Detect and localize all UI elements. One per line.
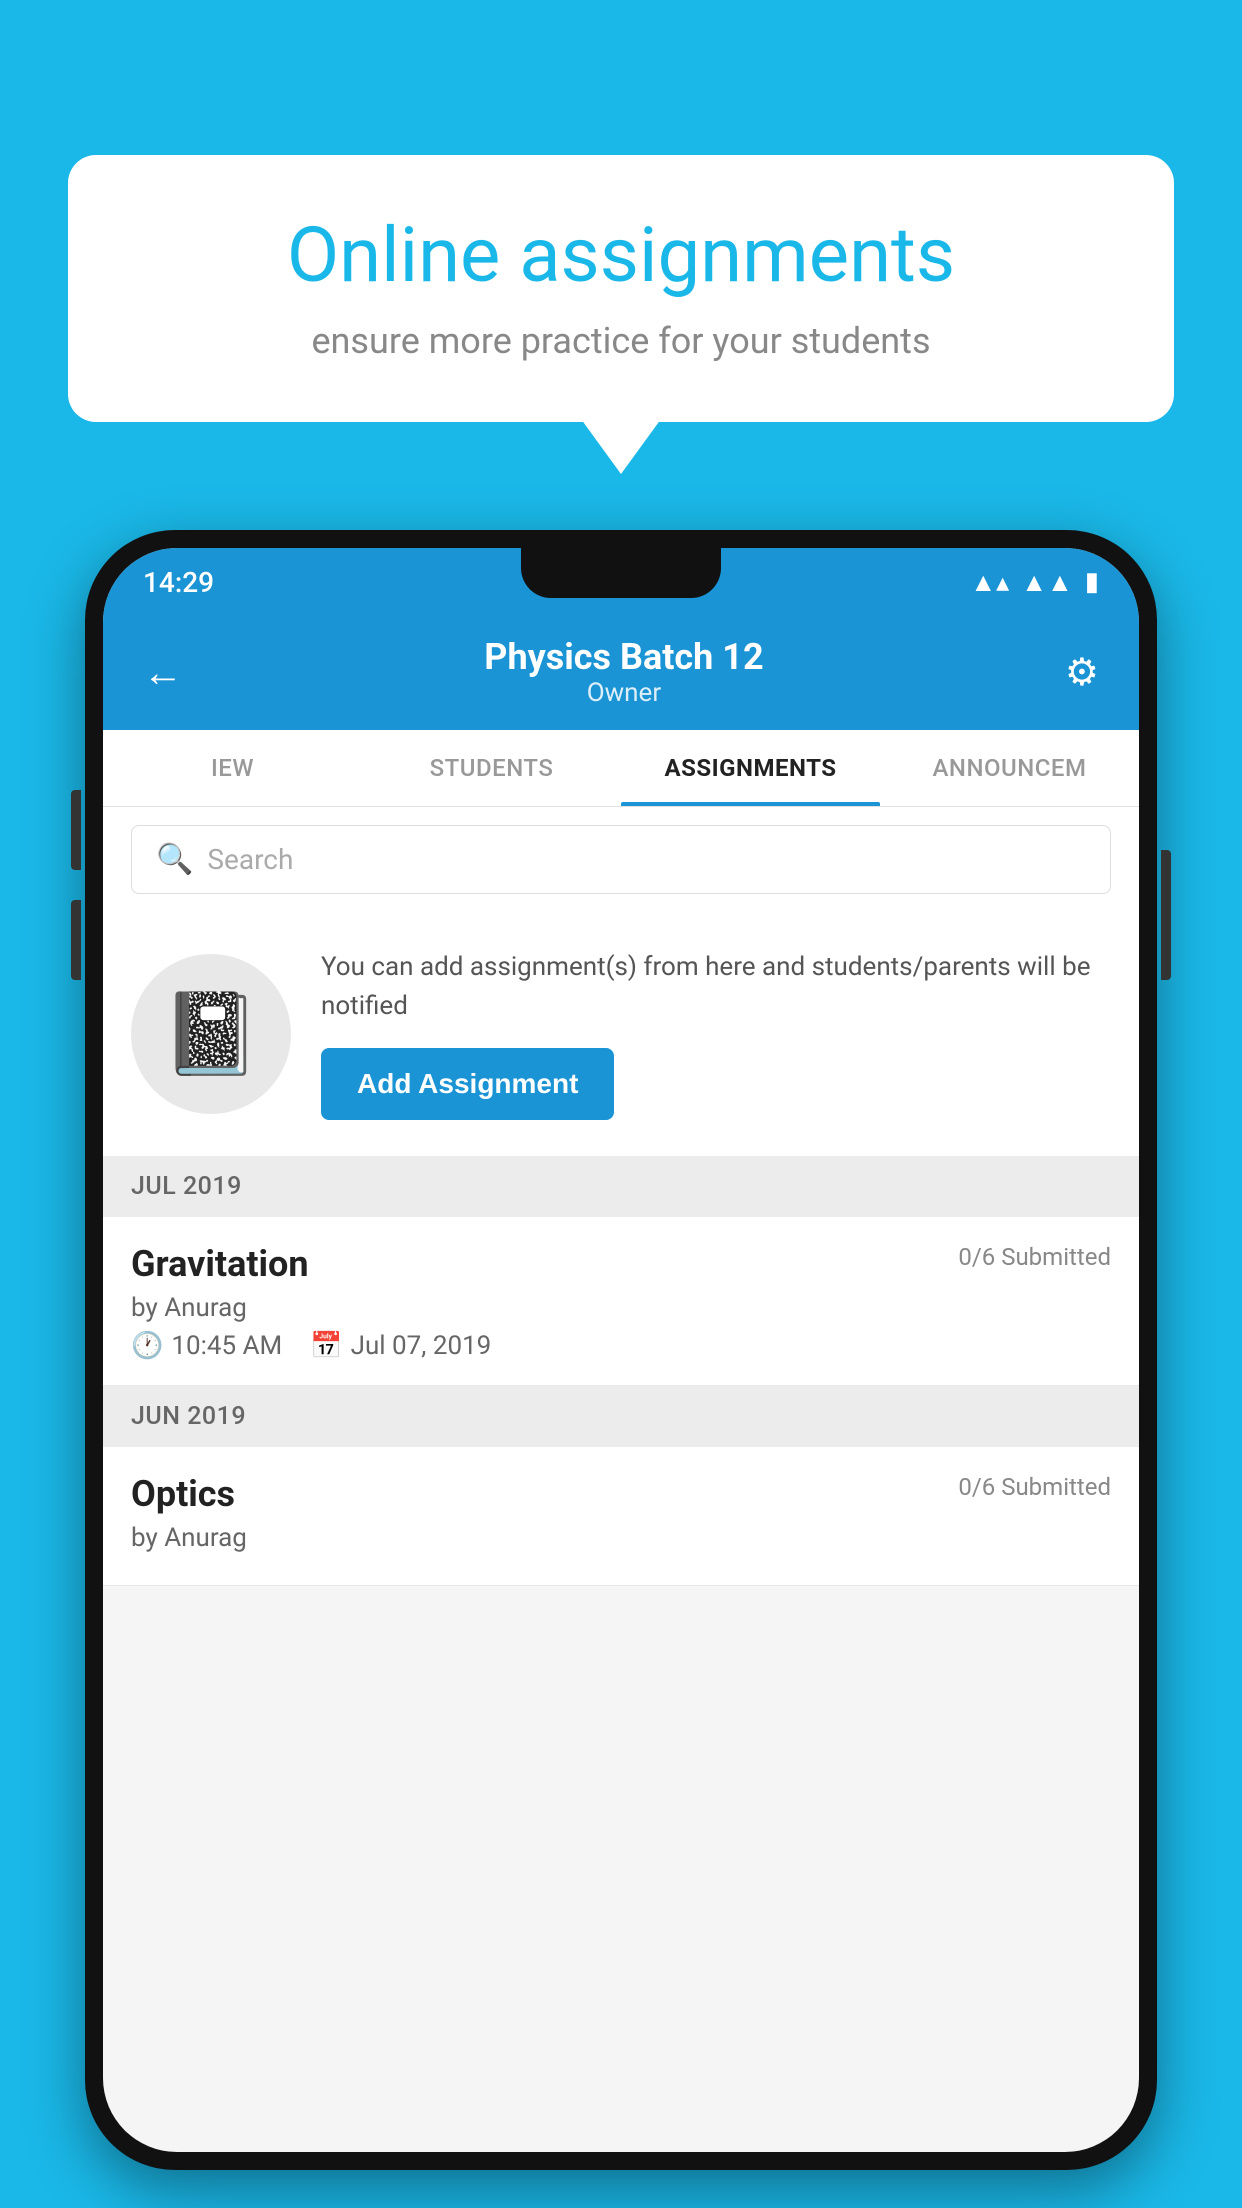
bubble-subtitle: ensure more practice for your students bbox=[128, 320, 1114, 362]
assignment-name-gravitation: Gravitation bbox=[131, 1243, 309, 1285]
clock-icon: 🕐 bbox=[131, 1331, 163, 1361]
volume-down-button bbox=[71, 900, 81, 980]
volume-up-button bbox=[71, 790, 81, 870]
search-placeholder: Search bbox=[207, 843, 293, 876]
assignment-meta-gravitation: 🕐 10:45 AM 📅 Jul 07, 2019 bbox=[131, 1331, 1111, 1361]
assignment-item-optics[interactable]: Optics 0/6 Submitted by Anurag bbox=[103, 1447, 1139, 1586]
assignment-item-gravitation[interactable]: Gravitation 0/6 Submitted by Anurag 🕐 10… bbox=[103, 1217, 1139, 1386]
speech-bubble: Online assignments ensure more practice … bbox=[68, 155, 1174, 422]
search-input-wrapper[interactable]: 🔍 Search bbox=[131, 825, 1111, 894]
phone-notch bbox=[521, 548, 721, 598]
assignment-submitted-gravitation: 0/6 Submitted bbox=[958, 1243, 1111, 1271]
assignment-header-gravitation: Gravitation 0/6 Submitted bbox=[131, 1243, 1111, 1285]
tab-assignments[interactable]: ASSIGNMENTS bbox=[621, 730, 880, 806]
power-button bbox=[1161, 850, 1171, 980]
assignment-by-gravitation: by Anurag bbox=[131, 1293, 1111, 1323]
status-time: 14:29 bbox=[143, 566, 214, 599]
signal-icon: ▲▲ bbox=[1021, 567, 1072, 598]
app-bar: ← Physics Batch 12 Owner ⚙ bbox=[103, 616, 1139, 730]
promo-content: You can add assignment(s) from here and … bbox=[321, 948, 1111, 1120]
wifi-icon: ▲▴ bbox=[970, 567, 1009, 598]
add-assignment-button[interactable]: Add Assignment bbox=[321, 1048, 614, 1120]
assignment-submitted-optics: 0/6 Submitted bbox=[958, 1473, 1111, 1501]
status-icons: ▲▴ ▲▲ ▮ bbox=[970, 567, 1099, 598]
section-month-jun: JUN 2019 bbox=[131, 1402, 246, 1431]
back-button[interactable]: ← bbox=[143, 649, 183, 696]
phone-screen: 14:29 ▲▴ ▲▲ ▮ ← Physics Batch 12 Owner ⚙… bbox=[103, 548, 1139, 2152]
assignment-time-gravitation: 🕐 10:45 AM bbox=[131, 1331, 282, 1361]
tab-students[interactable]: STUDENTS bbox=[362, 730, 621, 806]
assignment-by-optics: by Anurag bbox=[131, 1523, 1111, 1553]
assignment-header-optics: Optics 0/6 Submitted bbox=[131, 1473, 1111, 1515]
settings-icon[interactable]: ⚙ bbox=[1065, 650, 1099, 695]
promo-text: You can add assignment(s) from here and … bbox=[321, 948, 1111, 1026]
search-icon: 🔍 bbox=[156, 842, 193, 877]
section-header-jul: JUL 2019 bbox=[103, 1156, 1139, 1217]
app-bar-title-section: Physics Batch 12 Owner bbox=[484, 636, 763, 708]
notebook-icon: 📓 bbox=[161, 987, 261, 1081]
app-bar-title: Physics Batch 12 bbox=[484, 636, 763, 678]
battery-icon: ▮ bbox=[1085, 567, 1099, 597]
phone-frame: 14:29 ▲▴ ▲▲ ▮ ← Physics Batch 12 Owner ⚙… bbox=[85, 530, 1157, 2170]
assignment-name-optics: Optics bbox=[131, 1473, 235, 1515]
tab-announcements[interactable]: ANNOUNCEM bbox=[880, 730, 1139, 806]
promo-section: 📓 You can add assignment(s) from here an… bbox=[103, 912, 1139, 1156]
app-bar-subtitle: Owner bbox=[484, 678, 763, 708]
promo-icon-circle: 📓 bbox=[131, 954, 291, 1114]
section-month-jul: JUL 2019 bbox=[131, 1172, 242, 1201]
bubble-title: Online assignments bbox=[128, 210, 1114, 300]
assignment-date-gravitation: 📅 Jul 07, 2019 bbox=[310, 1331, 491, 1361]
assignment-time-value: 10:45 AM bbox=[171, 1331, 282, 1361]
search-container: 🔍 Search bbox=[103, 807, 1139, 912]
tabs-bar: IEW STUDENTS ASSIGNMENTS ANNOUNCEM bbox=[103, 730, 1139, 807]
section-header-jun: JUN 2019 bbox=[103, 1386, 1139, 1447]
speech-bubble-container: Online assignments ensure more practice … bbox=[68, 155, 1174, 422]
assignment-date-value: Jul 07, 2019 bbox=[351, 1331, 492, 1361]
tab-iew[interactable]: IEW bbox=[103, 730, 362, 806]
calendar-icon: 📅 bbox=[310, 1331, 342, 1361]
